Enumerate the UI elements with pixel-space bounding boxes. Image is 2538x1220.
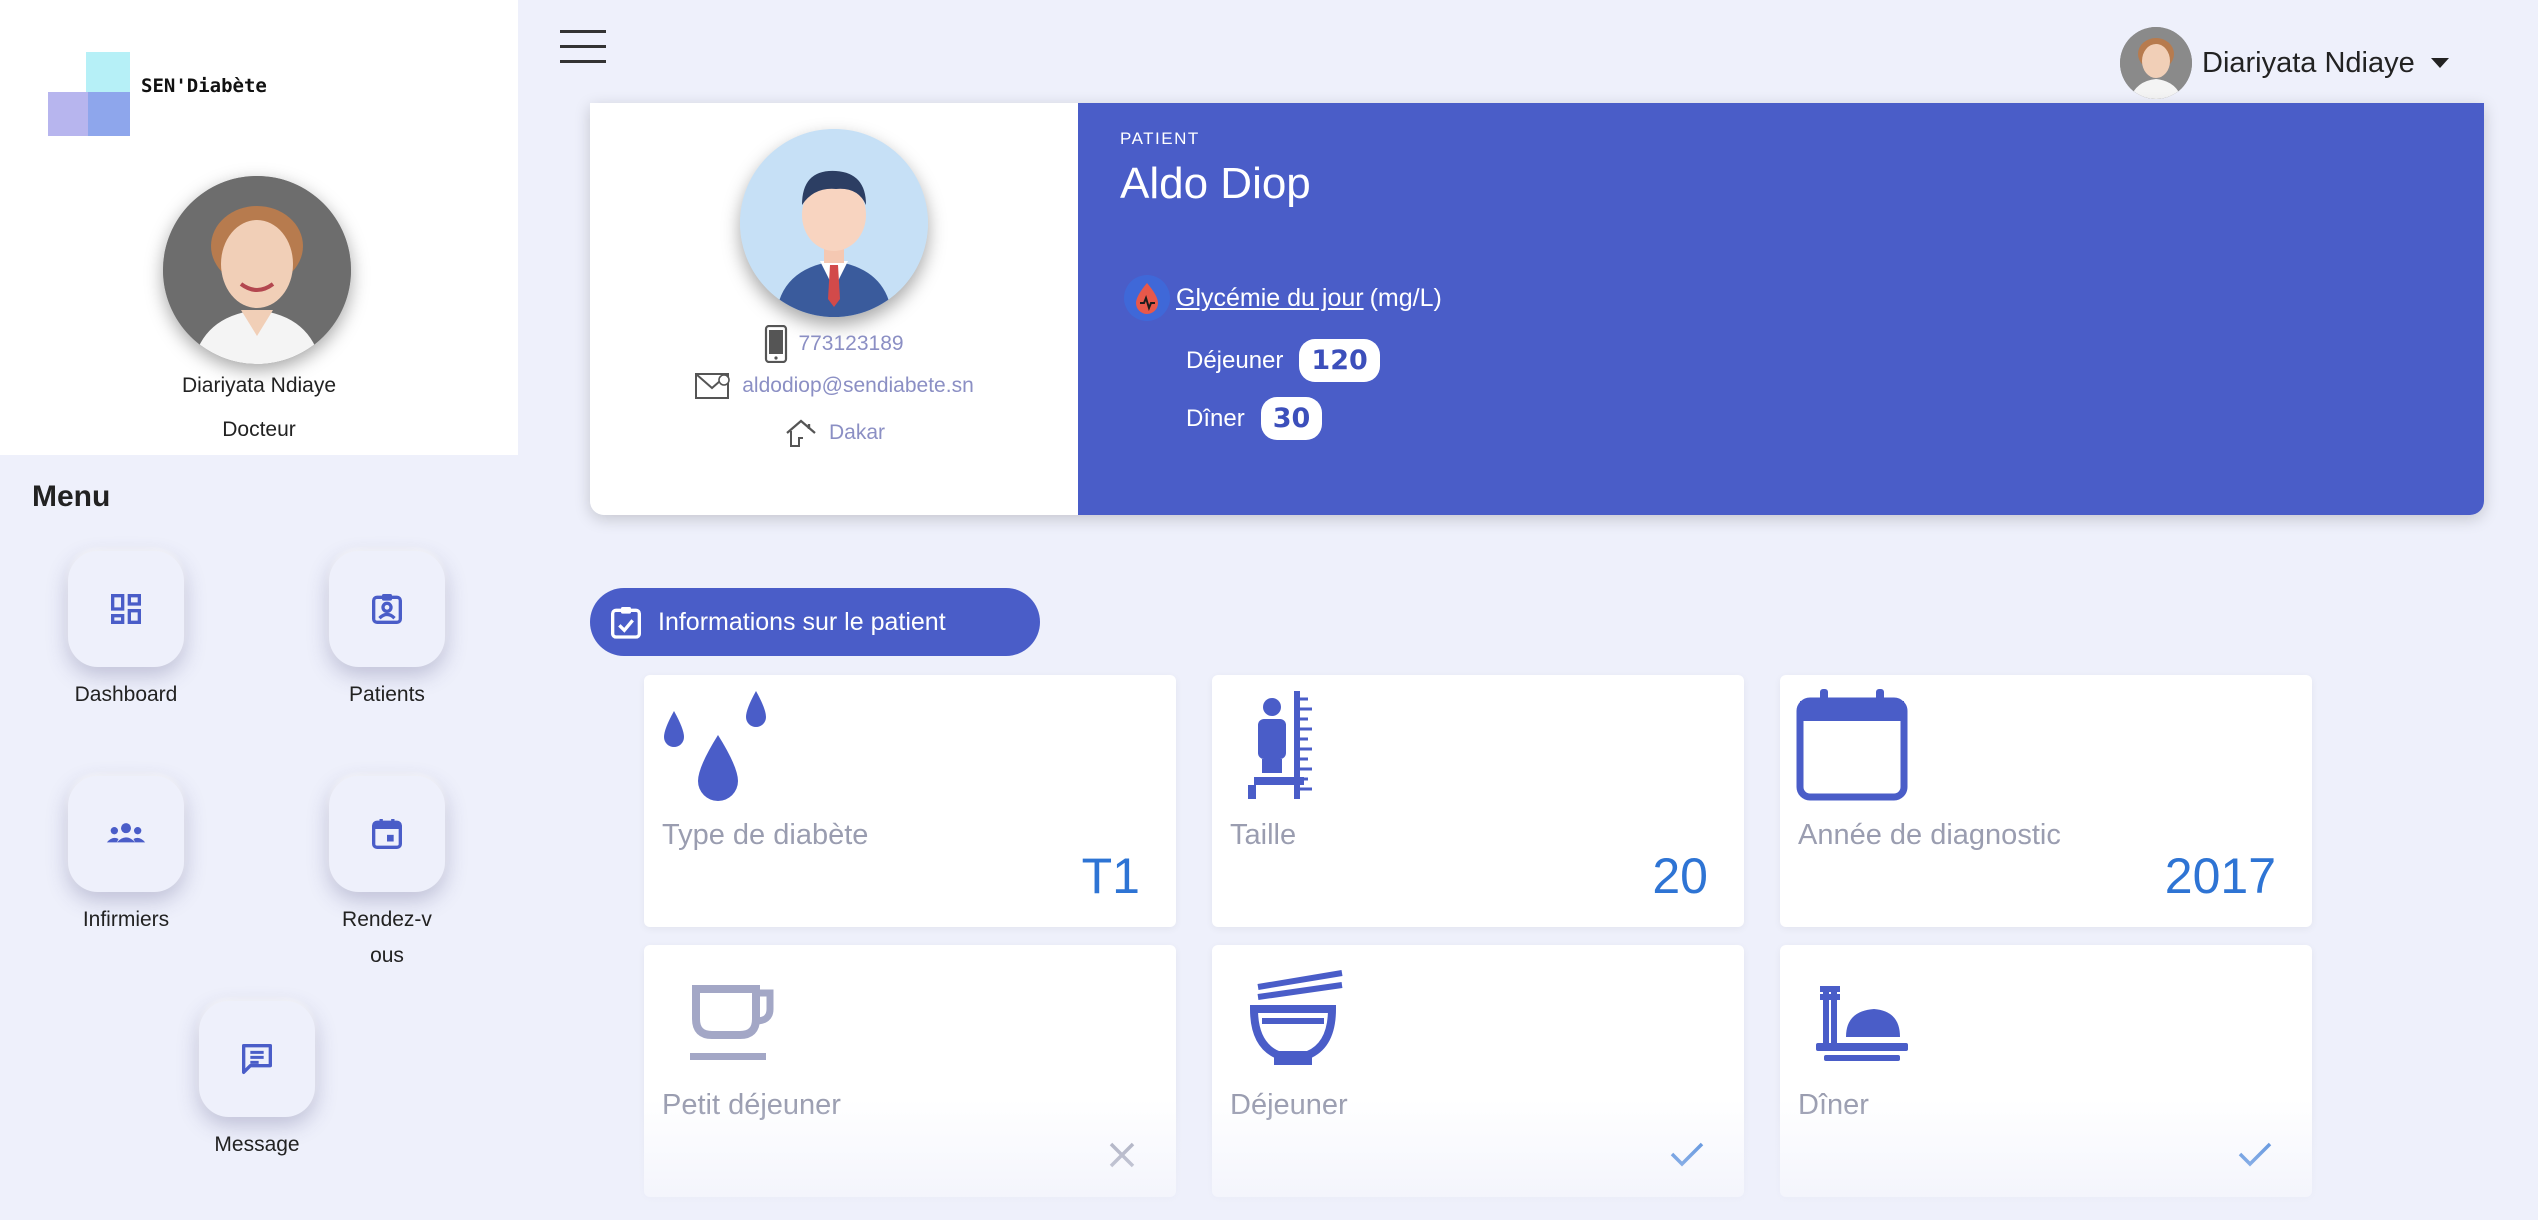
dashboard-icon (111, 594, 141, 624)
header-user-name: Diariyata Ndiaye (2202, 46, 2415, 79)
sidebar-item-label[interactable]: Rendez-vous (287, 902, 487, 974)
sidebar-item-label[interactable]: Infirmiers (26, 902, 226, 938)
home-icon (786, 419, 816, 447)
sidebar-item-label[interactable]: Message (157, 1127, 357, 1163)
group-icon (106, 823, 146, 843)
menu-toggle-button[interactable] (560, 30, 606, 64)
glycemia-dinner-label: Dîner (1186, 404, 1245, 432)
patient-avatar (740, 129, 928, 317)
blood-drop-icon (1124, 275, 1170, 321)
rendez-vous-label: Rendez-vous (342, 908, 432, 967)
glycemia-lunch-row: Déjeuner 120 (1186, 339, 1380, 382)
dinner-plate-icon (1816, 986, 1908, 1061)
sidebar-item-patients[interactable] (329, 551, 445, 667)
sidebar-profile-panel: SEN'Diabète Diariyata Ndiaye Docteur (0, 0, 518, 455)
info-card-value: T1 (1081, 848, 1140, 904)
bowl-icon (1249, 970, 1343, 1065)
glycemia-lunch-value: 120 (1299, 339, 1380, 382)
message-icon (242, 1044, 272, 1074)
info-card-label: Année de diagnostic (1798, 819, 2061, 851)
info-card-value: 2017 (2164, 848, 2276, 904)
sidebar-item-message[interactable] (199, 1001, 315, 1117)
phone-icon (765, 325, 788, 363)
check-icon (1670, 1142, 1704, 1167)
sidebar-item-label[interactable]: Patients (287, 677, 487, 713)
info-card-breakfast: Petit déjeuner (644, 945, 1176, 1197)
patient-email: aldodiop@sendiabete.sn (590, 371, 1078, 401)
info-card-label: Type de diabète (662, 819, 869, 851)
calendar-icon (372, 819, 402, 849)
menu-title: Menu (32, 480, 111, 513)
user-menu-dropdown[interactable]: Diariyata Ndiaye (2120, 27, 2449, 99)
check-icon (2238, 1142, 2272, 1167)
sidebar-item-label[interactable]: Dashboard (26, 677, 226, 713)
patient-info-tab[interactable]: Informations sur le patient (590, 588, 1040, 656)
info-card-label: Taille (1230, 819, 1297, 851)
glycemia-unit: (mg/L) (1369, 283, 1442, 312)
sidebar-user-role: Docteur (222, 418, 296, 441)
glycemia-dinner-value: 30 (1260, 397, 1323, 440)
glycemia-link[interactable]: Glycémie du jour (1176, 284, 1364, 313)
info-card-lunch: Déjeuner (1212, 945, 1744, 1197)
sidebar-item-rendez-vous[interactable] (329, 776, 445, 892)
avatar (163, 176, 351, 364)
info-card-dinner: Dîner (1780, 945, 2312, 1197)
sidebar: SEN'Diabète Diariyata Ndiaye Docteur Men… (0, 0, 518, 1220)
calendar-icon (1796, 689, 1908, 801)
patient-summary-panel: PATIENT Aldo Diop Glycémie du jour (mg/L… (1078, 103, 2484, 515)
info-card-height: Taille 20 (1212, 675, 1744, 927)
patient-phone-text[interactable]: 773123189 (798, 332, 903, 356)
glycemia-header: Glycémie du jour (mg/L) (1124, 275, 1442, 321)
info-card-value: 20 (1652, 848, 1708, 904)
mail-icon (695, 373, 731, 399)
app-logo[interactable] (48, 52, 130, 136)
patient-card: 773123189 aldodiop@sendiabete.sn Dakar P… (590, 103, 2484, 515)
caret-down-icon (2430, 58, 2449, 68)
close-icon (1109, 1142, 1135, 1168)
patient-badge-icon (372, 594, 402, 624)
app-logo-text: SEN'Diabète (141, 75, 267, 97)
sidebar-item-dashboard[interactable] (68, 551, 184, 667)
info-card-label: Petit déjeuner (662, 1089, 841, 1121)
patient-city-text: Dakar (828, 421, 886, 444)
patient-name: Aldo Diop (1120, 159, 1311, 208)
info-card-diagnosis-year: Année de diagnostic 2017 (1780, 675, 2312, 927)
info-card-diabetes-type: Type de diabète T1 (644, 675, 1176, 927)
glycemia-lunch-label: Déjeuner (1186, 346, 1284, 374)
patient-email-text[interactable]: aldodiop@sendiabete.sn (742, 374, 974, 398)
clipboard-check-icon (611, 607, 641, 639)
sidebar-user-name: Diariyata Ndiaye (181, 374, 337, 397)
patient-phone: 773123189 (590, 325, 1078, 363)
patient-contact-panel: 773123189 aldodiop@sendiabete.sn Dakar (590, 103, 1078, 515)
avatar (2120, 27, 2192, 99)
glycemia-dinner-row: Dîner 30 (1186, 397, 1323, 440)
info-card-label: Déjeuner (1230, 1089, 1348, 1121)
patient-label: PATIENT (1120, 129, 1200, 148)
patient-city: Dakar (590, 417, 1078, 449)
info-card-label: Dîner (1798, 1089, 1869, 1121)
patient-info-tab-label: Informations sur le patient (658, 607, 946, 636)
drops-icon (664, 691, 766, 801)
coffee-cup-icon (690, 985, 774, 1060)
height-icon (1248, 691, 1312, 799)
sidebar-item-infirmiers[interactable] (68, 776, 184, 892)
